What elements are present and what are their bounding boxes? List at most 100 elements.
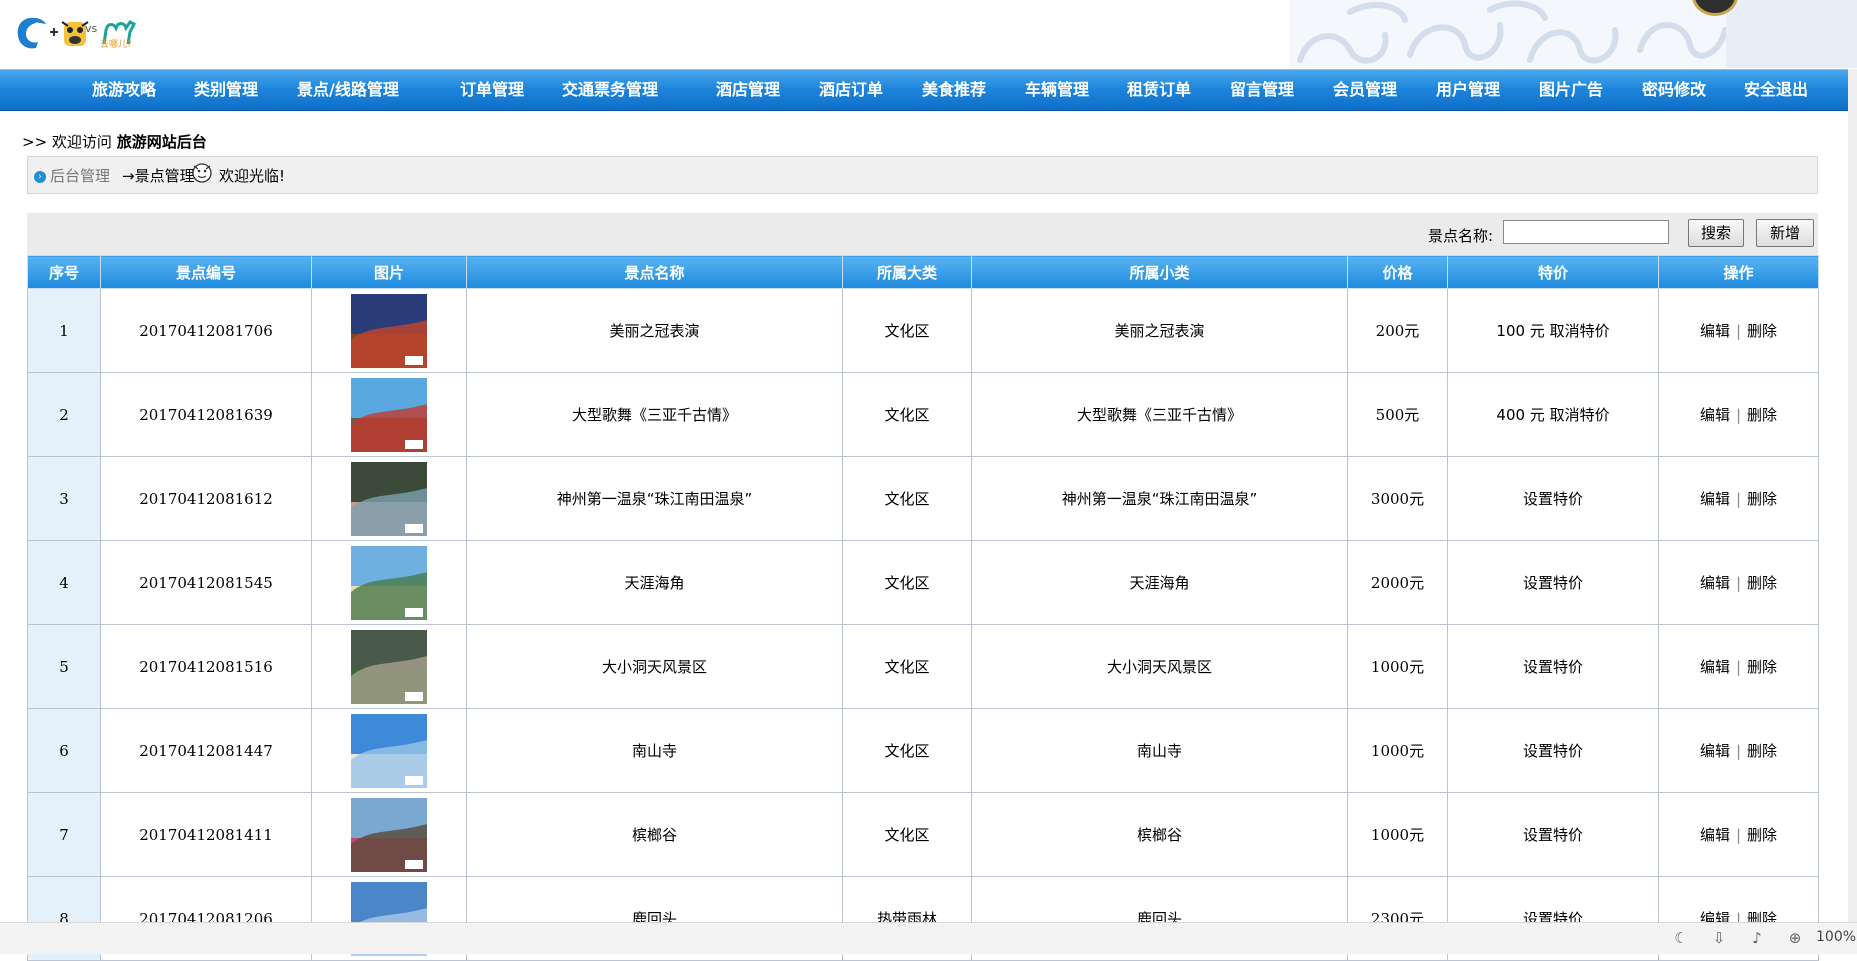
- nav-hotel-manage[interactable]: 酒店管理: [716, 70, 780, 110]
- header-right-decoration: [1726, 0, 1857, 68]
- nav-user-manage[interactable]: 用户管理: [1436, 70, 1500, 110]
- edit-link[interactable]: 编辑: [1700, 322, 1730, 340]
- nav-image-ads[interactable]: 图片广告: [1539, 70, 1603, 110]
- row-image-cell: [311, 792, 467, 877]
- nav-ticket-manage[interactable]: 交通票务管理: [562, 70, 658, 110]
- edit-link[interactable]: 编辑: [1700, 658, 1730, 676]
- row-code: 20170412081447: [100, 708, 312, 793]
- nav-message-manage[interactable]: 留言管理: [1230, 70, 1294, 110]
- edit-link[interactable]: 编辑: [1700, 406, 1730, 424]
- table-row: 5 20170412081516 大小洞天风景区 文化区 大小洞天风景区 1000元 设置特…: [27, 624, 1819, 709]
- action-separator: |: [1735, 658, 1742, 676]
- row-category: 文化区: [842, 540, 972, 625]
- edit-link[interactable]: 编辑: [1700, 742, 1730, 760]
- nav-food-recommend[interactable]: 美食推荐: [922, 70, 986, 110]
- delete-link[interactable]: 删除: [1747, 490, 1777, 508]
- header-category: 所属大类: [842, 255, 972, 289]
- nav-hotel-orders[interactable]: 酒店订单: [819, 70, 883, 110]
- zoom-in-icon[interactable]: ⊕: [1786, 929, 1804, 947]
- nav-attraction-manage[interactable]: 景点/线路管理: [297, 70, 399, 110]
- row-special-price[interactable]: 设置特价: [1447, 624, 1659, 709]
- header-subcategory: 所属小类: [971, 255, 1348, 289]
- header-seq: 序号: [27, 255, 101, 289]
- row-code: 20170412081612: [100, 456, 312, 541]
- browser-status-bar: ☾ ⇩ ♪ ⊕ 100%: [0, 922, 1857, 954]
- delete-link[interactable]: 删除: [1747, 826, 1777, 844]
- edit-link[interactable]: 编辑: [1700, 490, 1730, 508]
- row-name: 天涯海角: [466, 540, 843, 625]
- attraction-thumbnail[interactable]: [351, 293, 427, 368]
- row-special-price[interactable]: 设置特价: [1447, 708, 1659, 793]
- delete-link[interactable]: 删除: [1747, 406, 1777, 424]
- row-seq: 2: [27, 372, 101, 457]
- row-name: 大型歌舞《三亚千古情》: [466, 372, 843, 457]
- attraction-thumbnail[interactable]: [351, 797, 427, 872]
- nav-password-change[interactable]: 密码修改: [1642, 70, 1706, 110]
- row-image-cell: [311, 708, 467, 793]
- header-special: 特价: [1447, 255, 1659, 289]
- attraction-thumbnail[interactable]: [351, 713, 427, 788]
- row-category: 文化区: [842, 708, 972, 793]
- breadcrumb-home-link[interactable]: 后台管理: [50, 165, 110, 186]
- nav-travel-guide[interactable]: 旅游攻略: [92, 70, 156, 110]
- table-row: 1 20170412081706 美丽之冠表演 文化区 美丽之冠表演 200元 100 元 …: [27, 288, 1819, 373]
- row-special-price[interactable]: 设置特价: [1447, 792, 1659, 877]
- row-actions: 编辑 | 删除: [1658, 456, 1819, 541]
- vertical-scrollbar[interactable]: [1848, 69, 1857, 922]
- row-price: 2000元: [1347, 540, 1448, 625]
- nav-category-manage[interactable]: 类别管理: [194, 70, 258, 110]
- attraction-thumbnail[interactable]: [351, 629, 427, 704]
- row-special-price[interactable]: 100 元 取消特价: [1447, 288, 1659, 373]
- search-button[interactable]: 搜索: [1688, 219, 1744, 247]
- row-subcategory: 槟榔谷: [971, 792, 1348, 877]
- row-image-cell: [311, 624, 467, 709]
- add-button[interactable]: 新增: [1756, 219, 1814, 247]
- delete-link[interactable]: 删除: [1747, 322, 1777, 340]
- row-seq: 4: [27, 540, 101, 625]
- delete-link[interactable]: 删除: [1747, 658, 1777, 676]
- logo-vs-text: vs: [85, 22, 98, 35]
- row-name: 美丽之冠表演: [466, 288, 843, 373]
- moon-icon[interactable]: ☾: [1672, 929, 1690, 947]
- attraction-name-search-input[interactable]: [1503, 220, 1669, 244]
- row-code: 20170412081411: [100, 792, 312, 877]
- row-name: 神州第一温泉“珠江南田温泉”: [466, 456, 843, 541]
- row-seq: 7: [27, 792, 101, 877]
- edit-link[interactable]: 编辑: [1700, 574, 1730, 592]
- row-image-cell: [311, 456, 467, 541]
- row-category: 文化区: [842, 792, 972, 877]
- welcome-line: >> 欢迎访问 旅游网站后台: [22, 131, 207, 152]
- attraction-thumbnail[interactable]: [351, 545, 427, 620]
- speaker-icon[interactable]: ♪: [1748, 929, 1766, 947]
- header-image: 图片: [311, 255, 467, 289]
- table-row: 6 20170412081447 南山寺 文化区 南山寺 1000元 设置特价 编辑 | 删除: [27, 708, 1819, 793]
- row-special-price[interactable]: 400 元 取消特价: [1447, 372, 1659, 457]
- nav-member-manage[interactable]: 会员管理: [1333, 70, 1397, 110]
- nav-order-manage[interactable]: 订单管理: [460, 70, 524, 110]
- table-row: 2 20170412081639 大型歌舞《三亚千古情》 文化区 大型歌舞《三亚千古情》…: [27, 372, 1819, 457]
- row-code: 20170412081706: [100, 288, 312, 373]
- download-icon[interactable]: ⇩: [1710, 929, 1728, 947]
- row-subcategory: 大小洞天风景区: [971, 624, 1348, 709]
- edit-link[interactable]: 编辑: [1700, 826, 1730, 844]
- table-row: 3 20170412081612 神州第一温泉“珠江南田温泉” 文化区 神州第一温泉“珠…: [27, 456, 1819, 541]
- row-subcategory: 天涯海角: [971, 540, 1348, 625]
- row-special-price[interactable]: 设置特价: [1447, 456, 1659, 541]
- nav-vehicle-manage[interactable]: 车辆管理: [1025, 70, 1089, 110]
- zoom-level[interactable]: 100%: [1816, 929, 1856, 945]
- row-special-price[interactable]: 设置特价: [1447, 540, 1659, 625]
- attraction-thumbnail[interactable]: [351, 377, 427, 452]
- delete-link[interactable]: 删除: [1747, 574, 1777, 592]
- row-name: 槟榔谷: [466, 792, 843, 877]
- attraction-thumbnail[interactable]: [351, 461, 427, 536]
- breadcrumb-greeting: 欢迎光临!: [219, 167, 286, 185]
- delete-link[interactable]: 删除: [1747, 742, 1777, 760]
- nav-logout[interactable]: 安全退出: [1744, 70, 1808, 110]
- action-separator: |: [1735, 490, 1742, 508]
- search-label: 景点名称:: [1428, 227, 1494, 245]
- table-header-row: 序号 景点编号 图片 景点名称 所属大类 所属小类 价格 特价 操作: [27, 255, 1819, 289]
- row-price: 1000元: [1347, 624, 1448, 709]
- row-category: 文化区: [842, 456, 972, 541]
- nav-rental-orders[interactable]: 租赁订单: [1127, 70, 1191, 110]
- breadcrumb: › 后台管理 →景点管理 欢迎光临!: [27, 156, 1818, 194]
